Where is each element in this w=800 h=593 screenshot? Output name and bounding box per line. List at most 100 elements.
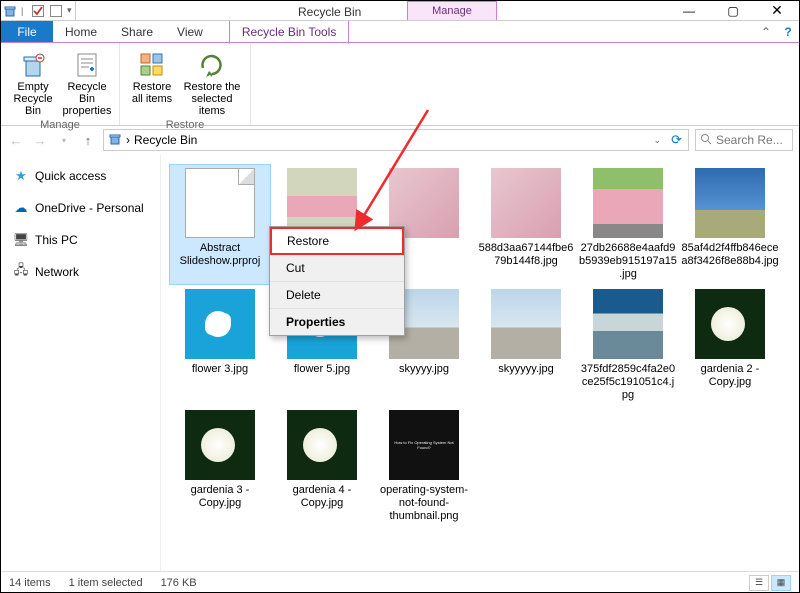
file-name-label: skyyyyy.jpg (498, 363, 553, 376)
file-thumbnail (185, 289, 255, 359)
cloud-icon: ☁ (13, 200, 29, 216)
recent-locations-dropdown[interactable]: ▾ (55, 131, 73, 149)
nav-label: Quick access (35, 169, 106, 183)
recycle-bin-tools-tab[interactable]: Recycle Bin Tools (229, 21, 350, 44)
help-button[interactable]: ? (777, 21, 799, 43)
home-tab[interactable]: Home (53, 21, 109, 43)
properties-label: Recycle Bin properties (63, 81, 112, 117)
address-dropdown[interactable]: ⌄ (650, 135, 666, 146)
restore-selected-button[interactable]: Restore the selected items (180, 47, 244, 119)
file-item[interactable]: 85af4d2f4ffb846ecea8f3426f8e88b4.jpg (679, 164, 781, 285)
file-thumbnail (695, 168, 765, 238)
file-name-label: gardenia 3 - Copy.jpg (171, 484, 269, 510)
back-button[interactable]: ← (7, 131, 25, 149)
file-name-label: skyyyy.jpg (399, 363, 449, 376)
nav-network[interactable]: 🖧 Network (7, 260, 154, 284)
nav-label: OneDrive - Personal (35, 201, 144, 215)
restore-all-button[interactable]: Restore all items (126, 47, 178, 107)
file-item[interactable]: 375fdf2859c4fa2e0ce25f5c191051c4.jpg (577, 285, 679, 406)
breadcrumb-sep[interactable]: › (126, 133, 130, 147)
file-item[interactable]: gardenia 4 - Copy.jpg (271, 406, 373, 527)
refresh-button[interactable]: ⟳ (669, 132, 684, 148)
ribbon: Empty Recycle Bin Recycle Bin properties… (1, 43, 799, 126)
file-item[interactable]: Abstract Slideshow.prproj (169, 164, 271, 285)
bin-icon (108, 132, 122, 149)
context-menu-properties[interactable]: Properties (270, 309, 404, 335)
checkbox-icon[interactable] (49, 4, 63, 18)
ribbon-tabs: File Home Share View Manage Recycle Bin … (1, 21, 799, 43)
file-thumbnail (185, 410, 255, 480)
forward-button[interactable]: → (31, 131, 49, 149)
qat-separator: | (21, 6, 27, 16)
status-size: 176 KB (161, 577, 197, 589)
details-view-button[interactable]: ☰ (749, 575, 769, 591)
qat-dropdown[interactable]: ▾ (67, 5, 73, 16)
file-thumbnail (491, 168, 561, 238)
close-button[interactable]: ✕ (755, 1, 799, 20)
bin-icon[interactable] (3, 4, 17, 18)
breadcrumb-location[interactable]: Recycle Bin (134, 133, 197, 147)
nav-pane: ★ Quick access ☁ OneDrive - Personal 🖥 T… (1, 154, 161, 571)
file-name-label: gardenia 2 - Copy.jpg (681, 363, 779, 389)
checkbox-checked-icon[interactable] (31, 4, 45, 18)
file-item[interactable]: 588d3aa67144fbe679b144f8.jpg (475, 164, 577, 285)
nav-quick-access[interactable]: ★ Quick access (7, 164, 154, 188)
file-tab[interactable]: File (1, 21, 53, 43)
file-item[interactable]: gardenia 3 - Copy.jpg (169, 406, 271, 527)
network-icon: 🖧 (13, 264, 29, 280)
status-bar: 14 items 1 item selected 176 KB ☰ ▦ (1, 571, 799, 593)
collapse-ribbon-button[interactable]: ⌃ (755, 21, 777, 43)
nav-label: Network (35, 265, 79, 279)
empty-bin-icon (17, 49, 49, 81)
manage-context-tab: Manage (407, 1, 497, 20)
file-name-label: 27db26688e4aafd9b5939eb915197a15.jpg (579, 242, 677, 281)
status-item-count: 14 items (9, 577, 51, 589)
file-name-label: operating-system-not-found-thumbnail.png (375, 484, 473, 523)
file-item[interactable]: flower 3.jpg (169, 285, 271, 406)
view-tab[interactable]: View (165, 21, 215, 43)
file-thumbnail (695, 289, 765, 359)
restore-selected-label: Restore the selected items (182, 81, 242, 117)
share-tab[interactable]: Share (109, 21, 165, 43)
search-placeholder: Search Re... (716, 133, 783, 147)
ribbon-group-restore: Restore all items Restore the selected i… (120, 43, 251, 125)
empty-recycle-bin-button[interactable]: Empty Recycle Bin (7, 47, 59, 119)
recycle-bin-properties-button[interactable]: Recycle Bin properties (61, 47, 113, 119)
nav-label: This PC (35, 233, 78, 247)
file-name-label: 85af4d2f4ffb846ecea8f3426f8e88b4.jpg (681, 242, 779, 268)
file-item[interactable]: gardenia 2 - Copy.jpg (679, 285, 781, 406)
monitor-icon: 🖥 (13, 232, 29, 248)
file-name-label: 588d3aa67144fbe679b144f8.jpg (477, 242, 575, 268)
restore-all-label: Restore all items (128, 81, 176, 105)
context-menu-delete[interactable]: Delete (270, 282, 404, 309)
minimize-button[interactable]: — (667, 1, 711, 20)
large-icons-view-button[interactable]: ▦ (771, 575, 791, 591)
file-item[interactable]: 27db26688e4aafd9b5939eb915197a15.jpg (577, 164, 679, 285)
window-controls: — ▢ ✕ (667, 1, 799, 20)
status-selected-count: 1 item selected (69, 577, 143, 589)
ribbon-group-manage: Empty Recycle Bin Recycle Bin properties… (1, 43, 120, 125)
nav-onedrive[interactable]: ☁ OneDrive - Personal (7, 196, 154, 220)
address-bar[interactable]: › Recycle Bin ⌄ ⟳ (103, 129, 689, 151)
context-menu-restore[interactable]: Restore (270, 227, 404, 255)
main-area: ★ Quick access ☁ OneDrive - Personal 🖥 T… (1, 154, 799, 571)
nav-this-pc[interactable]: 🖥 This PC (7, 228, 154, 252)
maximize-button[interactable]: ▢ (711, 1, 755, 20)
search-box[interactable]: Search Re... (695, 129, 793, 151)
address-bar-row: ← → ▾ ↑ › Recycle Bin ⌄ ⟳ Search Re... (1, 126, 799, 154)
file-item[interactable]: How to Fix Operating System Not Found? op… (373, 406, 475, 527)
file-item[interactable]: skyyyyy.jpg (475, 285, 577, 406)
content-pane[interactable]: Abstract Slideshow.prproj 588d3aa67144fbe… (161, 154, 799, 571)
file-name-label: flower 5.jpg (294, 363, 350, 376)
titlebar: | ▾ Recycle Bin — ▢ ✕ (1, 1, 799, 21)
context-menu-cut[interactable]: Cut (270, 255, 404, 282)
file-thumbnail (593, 289, 663, 359)
file-thumbnail (491, 289, 561, 359)
restore-all-icon (136, 49, 168, 81)
file-thumbnail (185, 168, 255, 238)
up-button[interactable]: ↑ (79, 131, 97, 149)
properties-icon (71, 49, 103, 81)
empty-bin-label: Empty Recycle Bin (9, 81, 57, 117)
star-icon: ★ (13, 168, 29, 184)
file-thumbnail: How to Fix Operating System Not Found? (389, 410, 459, 480)
